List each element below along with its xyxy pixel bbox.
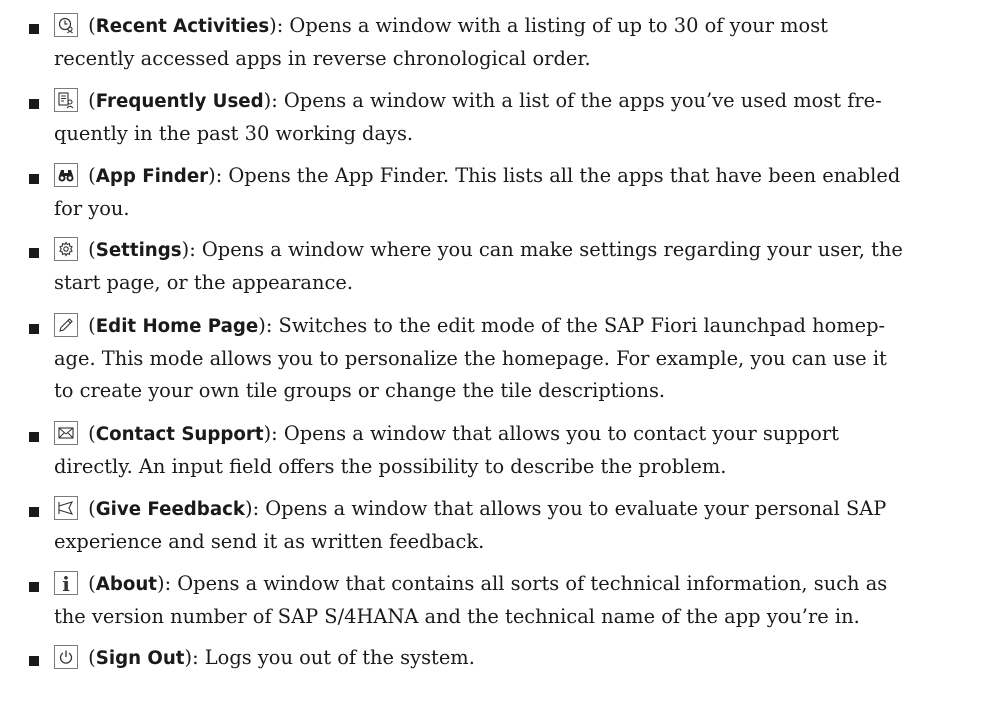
paren-close: ) — [244, 497, 253, 520]
frequently-used-icon — [54, 88, 78, 112]
bullet-marker — [29, 582, 39, 592]
item-desc-line2: for you. — [54, 197, 130, 220]
paren-open: ( — [88, 646, 96, 669]
info-glyph: i — [62, 572, 70, 595]
item-term: Give Feedback — [95, 499, 245, 520]
item-desc-line1: : Switches to the edit mode of the SAP F… — [265, 314, 886, 337]
item-desc-line2: start page, or the appearance. — [54, 271, 353, 294]
item-desc-line1: : Opens the App Finder. This lists all t… — [215, 164, 901, 187]
item-desc-line1: : Opens a window that allows you to eval… — [252, 497, 887, 520]
paren-open: ( — [88, 164, 96, 187]
item-desc-line2: age. This mode allows you to personalize… — [54, 347, 887, 370]
paren-close: ) — [258, 314, 266, 337]
envelope-icon — [54, 421, 78, 445]
item-desc-line2: quently in the past 30 working days. — [54, 122, 414, 145]
item-desc-line1: : Opens a window where you can make sett… — [189, 238, 903, 261]
item-term: Frequently Used — [95, 91, 264, 112]
paren-open: ( — [88, 238, 96, 261]
paren-open: ( — [88, 497, 96, 520]
item-term: Contact Support — [95, 424, 264, 445]
item-term: Edit Home Page — [95, 316, 259, 337]
item-desc-line1: : Opens a window that allows you to cont… — [271, 422, 839, 445]
item-desc-line1: : Opens a window that contains all sorts… — [164, 572, 888, 595]
item-text: (App Finder): Opens the App Finder. This… — [54, 160, 979, 225]
item-desc-line2: the version number of SAP S/4HANA and th… — [54, 605, 860, 628]
item-desc-line2: experience and send it as written feedba… — [54, 530, 485, 553]
item-desc-line1: : Opens a window with a list of the apps… — [271, 89, 882, 112]
item-term: Sign Out — [95, 648, 185, 669]
item-text: (Settings): Opens a window where you can… — [54, 234, 979, 299]
recent-activities-icon — [54, 13, 78, 37]
bullet-marker — [29, 174, 39, 184]
paren-open: ( — [88, 422, 96, 445]
paren-open: ( — [88, 572, 96, 595]
item-text: (Contact Support): Opens a window that a… — [54, 418, 979, 483]
bullet-marker — [29, 248, 39, 258]
bullet-marker — [29, 324, 39, 334]
info-icon: i — [54, 571, 78, 595]
item-text: (Give Feedback): Opens a window that all… — [54, 493, 979, 558]
bullet-marker — [29, 432, 39, 442]
item-desc-line2: directly. An input field offers the poss… — [54, 455, 727, 478]
item-text: (Recent Activities): Opens a window with… — [54, 10, 979, 75]
paren-open: ( — [88, 14, 96, 37]
item-text: (Sign Out): Logs you out of the system. — [54, 642, 979, 675]
bullet-marker — [29, 24, 39, 34]
item-term: About — [95, 574, 157, 595]
item-text: (Frequently Used): Opens a window with a… — [54, 85, 979, 150]
paren-close: ) — [263, 422, 272, 445]
item-text: i (About): Opens a window that contains … — [54, 568, 979, 633]
binoculars-icon — [54, 163, 78, 187]
item-term: Recent Activities — [95, 16, 270, 37]
paren-open: ( — [88, 314, 96, 337]
power-icon — [54, 645, 78, 669]
paren-close: ) — [269, 14, 277, 37]
paren-close: ) — [156, 572, 165, 595]
bullet-marker — [29, 656, 39, 666]
bullet-marker — [29, 99, 39, 109]
feedback-icon — [54, 496, 78, 520]
pencil-icon — [54, 313, 78, 337]
gear-icon — [54, 237, 78, 261]
item-desc-line1: : Logs you out of the system. — [192, 646, 475, 669]
item-term: App Finder — [95, 166, 209, 187]
item-desc-line3: to create your own tile groups or change… — [54, 379, 666, 402]
item-desc-line1: : Opens a window with a listing of up to… — [276, 14, 828, 37]
paren-open: ( — [88, 89, 96, 112]
item-text: (Edit Home Page): Switches to the edit m… — [54, 310, 979, 407]
item-term: Settings — [95, 240, 182, 261]
paren-close: ) — [184, 646, 193, 669]
bullet-marker — [29, 507, 39, 517]
item-desc-line2: recently accessed apps in reverse chrono… — [54, 47, 591, 70]
paren-close: ) — [208, 164, 216, 187]
